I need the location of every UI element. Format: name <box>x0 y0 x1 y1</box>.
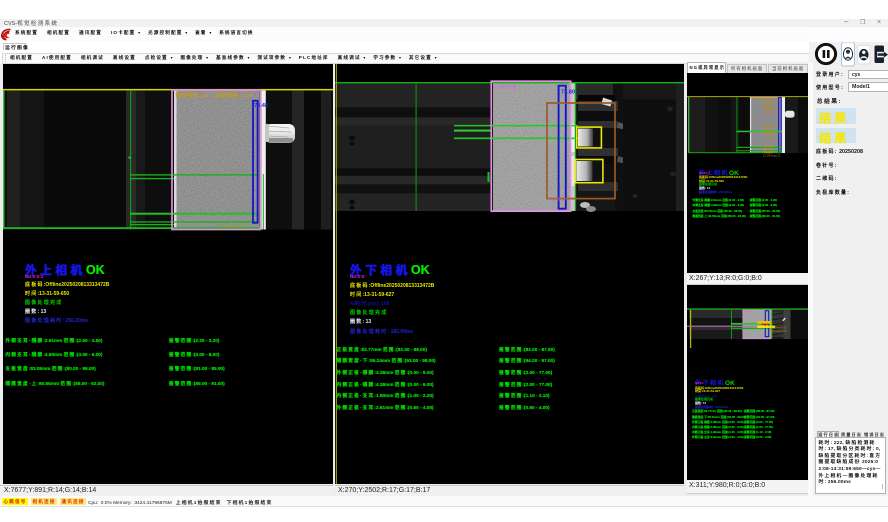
svg-text:S2.23 67.2 34.13 9.50: S2.23 67.2 34.13 9.50 <box>753 98 777 101</box>
svg-text:12.03 Avg:9.50: 12.03 Avg:9.50 <box>769 329 787 333</box>
svg-text:S1.9 13: S1.9 13 <box>548 198 563 202</box>
svg-text:12.03,7.2: 12.03,7.2 <box>765 111 776 115</box>
svg-text:S2-S1 Avg:1.98: S2-S1 Avg:1.98 <box>217 224 248 228</box>
svg-text:AI85: AI85 <box>746 311 752 314</box>
svg-text:12.07,5.1: 12.07,5.1 <box>765 134 776 138</box>
svg-text:固定阈值:93, 动态阈值:100: 固定阈值:93, 动态阈值:100 <box>176 92 253 99</box>
svg-text:AI检测框: AI检测框 <box>494 84 518 91</box>
svg-text:73.80: 73.80 <box>561 90 575 96</box>
svg-text:12.03 Avg:1.9: 12.03 Avg:1.9 <box>763 154 781 158</box>
svg-text:73.48: 73.48 <box>254 103 268 109</box>
